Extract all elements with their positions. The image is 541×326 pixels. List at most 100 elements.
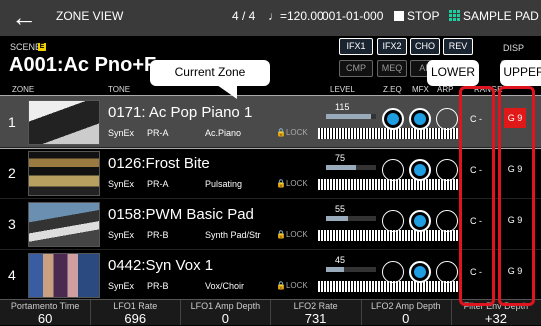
- lock-label[interactable]: 🔒LOCK: [276, 230, 308, 239]
- level-value: 55: [335, 204, 346, 214]
- level-value: 75: [335, 153, 346, 163]
- param-knob-slot[interactable]: Portamento Time 60: [0, 300, 92, 326]
- lower-callout: LOWER: [427, 60, 479, 86]
- upper-range-highlight: [498, 86, 535, 306]
- level-meter[interactable]: [326, 114, 376, 119]
- arp-toggle[interactable]: [436, 108, 458, 130]
- current-zone-callout: Current Zone: [150, 60, 270, 86]
- sample-pad-icon: [449, 10, 460, 21]
- col-tone: TONE: [108, 85, 131, 94]
- param-knob-slot[interactable]: LFO1 Rate 696: [90, 300, 182, 326]
- arp-toggle[interactable]: [436, 159, 458, 181]
- col-mfx: MFX: [412, 85, 429, 94]
- tone-category: Vox/Choir: [205, 281, 245, 291]
- param-value: 0: [402, 311, 410, 326]
- upper-callout: UPPER: [500, 60, 541, 86]
- tone-category: Pulsating: [205, 179, 243, 189]
- col-zone: ZONE: [12, 85, 35, 94]
- tone-category: Ac.Piano: [205, 128, 242, 138]
- level-value: 115: [335, 102, 350, 112]
- disp-label: DISP: [503, 43, 525, 53]
- tone-name[interactable]: 0171: Ac Pop Piano 1: [108, 104, 252, 121]
- synth-engine: SynEx: [108, 230, 135, 240]
- time-signature: 4 / 4: [232, 9, 256, 23]
- level-meter-fill: [326, 216, 348, 221]
- level-meter-fill: [326, 165, 356, 170]
- zeq-toggle[interactable]: [382, 210, 404, 232]
- sample-pad-label[interactable]: SAMPLE PAD: [463, 9, 539, 23]
- screen-title: ZONE VIEW: [56, 9, 124, 23]
- lock-label[interactable]: 🔒LOCK: [276, 128, 308, 137]
- arp-toggle[interactable]: [436, 261, 458, 283]
- mfx-toggle[interactable]: [409, 159, 431, 181]
- tone-thumbnail: [28, 151, 100, 196]
- zone-number: 4: [8, 267, 16, 283]
- back-arrow-icon[interactable]: ←: [4, 2, 44, 34]
- compressor-button[interactable]: CMP: [339, 60, 373, 77]
- lower-range-highlight: [459, 86, 495, 306]
- param-knob-slot[interactable]: LFO2 Amp Depth 0: [361, 300, 452, 325]
- level-meter[interactable]: [326, 216, 376, 221]
- zeq-toggle[interactable]: [382, 261, 404, 283]
- tone-name[interactable]: 0126:Frost Bite: [108, 155, 210, 172]
- mfx-toggle[interactable]: [409, 261, 431, 283]
- zone-number: 1: [8, 114, 16, 130]
- keyboard-range-display: [318, 230, 458, 241]
- tone-name[interactable]: 0442:Syn Vox 1: [108, 257, 213, 274]
- zeq-toggle[interactable]: [382, 108, 404, 130]
- mfx-toggle[interactable]: [409, 108, 431, 130]
- level-meter-fill: [326, 114, 371, 119]
- col-zeq: Z.EQ: [383, 85, 402, 94]
- tempo-display: ♩=120.00: [268, 9, 324, 23]
- tone-category: Synth Pad/Str: [205, 230, 261, 240]
- synth-engine: SynEx: [108, 281, 135, 291]
- scene-label: SCENE: [10, 42, 42, 52]
- param-value: 696: [124, 311, 147, 326]
- scene-name[interactable]: A001:Ac Pno+F: [9, 54, 156, 77]
- tone-bank: PR-A: [147, 179, 169, 189]
- tone-name[interactable]: 0158:PWM Basic Pad: [108, 206, 254, 223]
- param-value: 731: [304, 311, 327, 326]
- lock-label[interactable]: 🔒LOCK: [276, 281, 308, 290]
- lock-icon: 🔒: [276, 230, 286, 239]
- param-knob-slot[interactable]: LFO1 Amp Depth 0: [180, 300, 272, 326]
- mfx-toggle[interactable]: [409, 210, 431, 232]
- keyboard-range-display: [318, 179, 458, 190]
- callout-pointer: [217, 85, 237, 99]
- level-meter[interactable]: [326, 165, 376, 170]
- keyboard-range-display: [318, 281, 458, 292]
- tone-bank: PR-B: [147, 230, 169, 240]
- param-value: 60: [37, 311, 53, 326]
- ifx2-button[interactable]: IFX2: [377, 38, 407, 55]
- tone-bank: PR-B: [147, 281, 169, 291]
- scene-edit-badge: E: [38, 43, 46, 51]
- ifx1-button[interactable]: IFX1: [339, 38, 373, 55]
- master-eq-button[interactable]: MEQ: [377, 60, 407, 77]
- synth-engine: SynEx: [108, 128, 135, 138]
- col-arp: ARP: [437, 85, 454, 94]
- chorus-button[interactable]: CHO: [410, 38, 440, 55]
- reverb-button[interactable]: REV: [443, 38, 473, 55]
- keyboard-range-display: [318, 128, 458, 139]
- level-value: 45: [335, 255, 346, 265]
- param-value: +32: [484, 311, 507, 326]
- stop-icon: [394, 11, 404, 21]
- level-meter[interactable]: [326, 267, 376, 272]
- lock-label[interactable]: 🔒LOCK: [276, 179, 308, 188]
- zone-number: 2: [8, 165, 16, 181]
- level-meter-fill: [326, 267, 344, 272]
- col-level: LEVEL: [330, 85, 355, 94]
- lock-icon: 🔒: [276, 179, 286, 188]
- synth-engine: SynEx: [108, 179, 135, 189]
- tone-thumbnail: [28, 100, 100, 145]
- arp-toggle[interactable]: [436, 210, 458, 232]
- zeq-toggle[interactable]: [382, 159, 404, 181]
- lock-icon: 🔒: [276, 128, 286, 137]
- tone-thumbnail: [28, 202, 100, 247]
- param-knob-slot[interactable]: LFO2 Rate 731: [271, 300, 362, 325]
- param-value: 0: [221, 311, 230, 326]
- transport-status: STOP: [407, 9, 440, 23]
- song-position: 001-01-000: [322, 9, 384, 23]
- tone-bank: PR-A: [147, 128, 169, 138]
- zone-number: 3: [8, 216, 16, 232]
